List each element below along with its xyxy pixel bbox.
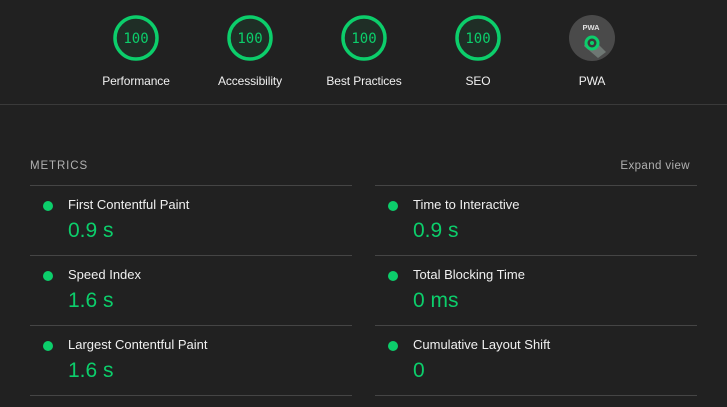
category-scores: 100 Performance 100 Accessibility 100 Be…	[0, 0, 727, 105]
metric-time-to-interactive: Time to Interactive 0.9 s	[375, 185, 697, 255]
gauge-score: 100	[351, 31, 376, 47]
divider	[30, 395, 352, 396]
metric-cumulative-layout-shift: Cumulative Layout Shift 0	[375, 325, 697, 395]
divider	[375, 395, 697, 396]
pwa-badge-icon: PWA	[569, 15, 615, 61]
metric-name: Time to Interactive	[413, 197, 520, 212]
metric-name: Largest Contentful Paint	[68, 337, 208, 352]
metric-name: Total Blocking Time	[413, 267, 525, 282]
gauge-ring-icon: 100	[341, 15, 387, 61]
metric-value: 1.6 s	[68, 359, 114, 382]
pass-indicator-icon	[43, 341, 53, 351]
gauge-best-practices[interactable]: 100 Best Practices	[309, 14, 419, 88]
pass-indicator-icon	[43, 201, 53, 211]
gauge-label: Performance	[102, 74, 170, 88]
pass-indicator-icon	[43, 271, 53, 281]
expand-view-button[interactable]: Expand view	[620, 160, 690, 172]
metric-first-contentful-paint: First Contentful Paint 0.9 s	[30, 185, 352, 255]
gauge-ring-icon: 100	[227, 15, 273, 61]
metric-total-blocking-time: Total Blocking Time 0 ms	[375, 255, 697, 325]
gauge-performance[interactable]: 100 Performance	[81, 14, 191, 88]
gauge-ring-icon: 100	[455, 15, 501, 61]
pass-indicator-icon	[388, 271, 398, 281]
metric-largest-contentful-paint: Largest Contentful Paint 1.6 s	[30, 325, 352, 395]
gauge-seo[interactable]: 100 SEO	[423, 14, 533, 88]
gauge-label: Accessibility	[217, 74, 283, 88]
gauge-score: 100	[465, 31, 490, 47]
gauge-pwa[interactable]: PWA PWA	[537, 14, 647, 88]
gauge-label: SEO	[465, 74, 491, 88]
gauge-score: 100	[237, 31, 262, 47]
metric-name: First Contentful Paint	[68, 197, 190, 212]
metrics-title: METRICS	[30, 160, 89, 172]
gauge-ring-icon: 100	[113, 15, 159, 61]
pwa-badge-text: PWA	[582, 23, 600, 32]
gauge-accessibility[interactable]: 100 Accessibility	[195, 14, 305, 88]
gauge-label: PWA	[578, 74, 606, 88]
metric-name: Speed Index	[68, 267, 142, 282]
gauge-label: Best Practices	[326, 74, 402, 88]
metric-value: 0 ms	[413, 289, 459, 312]
gauge-score: 100	[123, 31, 148, 47]
metric-value: 0.9 s	[68, 219, 114, 242]
metric-value: 0	[413, 359, 425, 382]
pass-indicator-icon	[388, 341, 398, 351]
metric-speed-index: Speed Index 1.6 s	[30, 255, 352, 325]
metric-value: 1.6 s	[68, 289, 114, 312]
metric-value: 0.9 s	[413, 219, 459, 242]
metric-name: Cumulative Layout Shift	[413, 337, 551, 352]
pass-indicator-icon	[388, 201, 398, 211]
